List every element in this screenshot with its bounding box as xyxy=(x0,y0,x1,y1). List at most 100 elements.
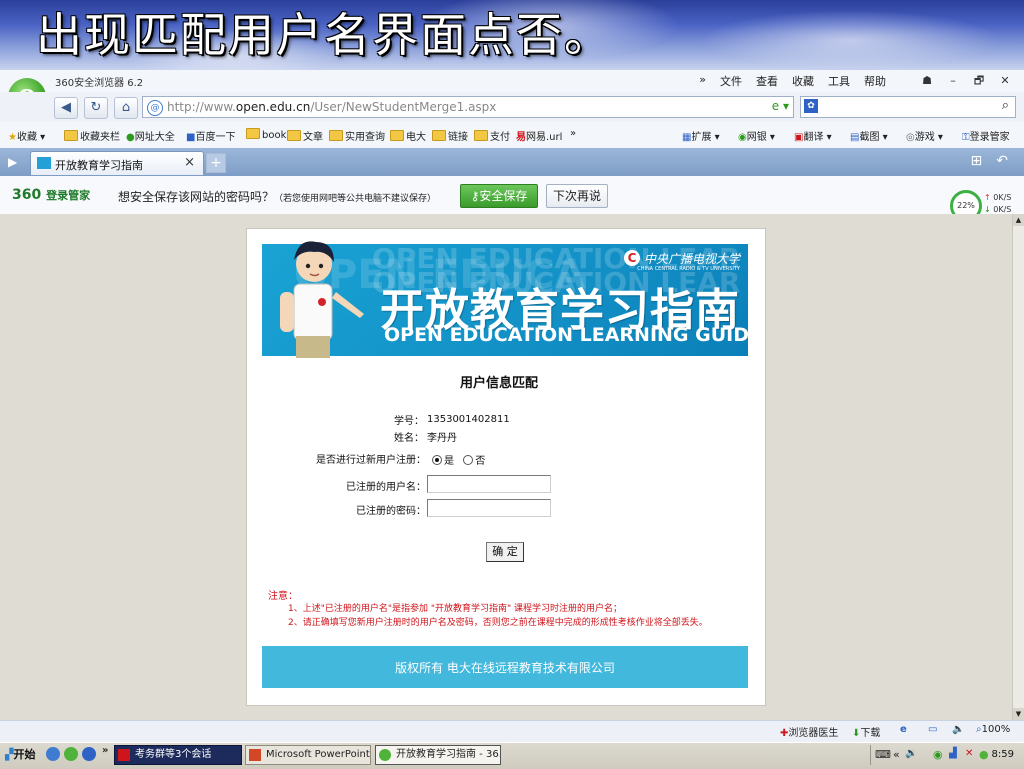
shield-icon: ◉ xyxy=(738,132,747,143)
secure-save-button[interactable]: ⚷安全保存 xyxy=(460,184,538,208)
fav-netease[interactable]: 易网易.url xyxy=(516,128,562,143)
home-button[interactable]: ⌂ xyxy=(114,97,138,119)
ie-core-icon[interactable]: e xyxy=(900,724,907,735)
gamepad-icon: ◎ xyxy=(906,132,915,143)
folder-icon xyxy=(64,130,78,141)
password-save-message: 想安全保存该网站的密码吗？（若您使用网吧等公共电脑不建议保存） xyxy=(118,190,437,204)
menu-more[interactable]: » xyxy=(699,73,706,89)
window-mode-icon[interactable]: ▭ xyxy=(928,724,937,735)
sidebar-toggle-icon[interactable]: ▶ xyxy=(8,155,17,169)
university-name: 中央广播电视大学 xyxy=(643,252,740,266)
save-later-button[interactable]: 下次再说 xyxy=(546,184,608,208)
fav-bar-folder[interactable]: 收藏夹栏 xyxy=(64,128,120,143)
security-tray-icon[interactable]: ◉ xyxy=(933,748,943,761)
address-bar[interactable]: @ http://www.open.edu.cn/User/NewStudent… xyxy=(142,96,794,118)
tab-list-icon[interactable]: ⊞ xyxy=(971,153,983,169)
360-tray-icon[interactable]: ● xyxy=(979,748,989,761)
menu-favorites[interactable]: 收藏 xyxy=(792,73,814,89)
university-name-en: CHINA CENTRAL RADIO & TV UNIVERSITY xyxy=(637,266,740,272)
vertical-scrollbar[interactable]: ▲ ▼ xyxy=(1012,214,1024,720)
browser-menu: » 文件 查看 收藏 工具 帮助 xyxy=(699,73,886,89)
folder-icon xyxy=(329,130,343,141)
undo-close-icon[interactable]: ↶ xyxy=(996,153,1008,169)
restore-button[interactable]: 🗗 xyxy=(968,72,990,90)
name-value: 李丹丹 xyxy=(427,433,457,444)
alert-tray-icon[interactable]: ✕ xyxy=(965,748,973,759)
ie-mode-icon[interactable]: e ▾ xyxy=(772,99,789,113)
tray-expand[interactable]: « xyxy=(893,748,900,761)
tab-label: 开放教育学习指南 xyxy=(55,159,143,172)
radio-no-dot[interactable] xyxy=(463,455,474,465)
start-button[interactable]: ▞开始 xyxy=(2,745,38,765)
folder-icon xyxy=(287,130,301,141)
toolbar-ebank[interactable]: ◉网银 ▾ xyxy=(738,128,775,143)
tab-favicon-icon xyxy=(37,157,51,169)
qq-group-icon xyxy=(118,749,130,761)
taskbar-powerpoint[interactable]: Microsoft PowerPoint - [... xyxy=(245,745,371,765)
menu-file[interactable]: 文件 xyxy=(720,73,742,89)
download-manager[interactable]: ⬇下载 xyxy=(852,724,880,739)
key-icon: ⚿ xyxy=(962,132,970,143)
tab-open-education[interactable]: 开放教育学习指南 × xyxy=(30,151,204,175)
search-input[interactable]: ✿ ⌕ xyxy=(800,96,1016,118)
quicklaunch-more[interactable]: » xyxy=(102,745,108,756)
star-icon: ★ xyxy=(8,132,17,143)
menu-help[interactable]: 帮助 xyxy=(864,73,886,89)
page-icon: @ xyxy=(147,100,163,116)
toolbar-screenshot[interactable]: ▤截图 ▾ xyxy=(850,128,888,143)
search-icon[interactable]: ⌕ xyxy=(1002,98,1009,113)
zoom-control[interactable]: ⌕100% xyxy=(976,724,1010,735)
fav-pay[interactable]: 支付 xyxy=(474,128,510,143)
tab-bar-tools: ⊞ ↶ xyxy=(971,153,1008,169)
fav-baidu[interactable]: ■百度一下 xyxy=(186,128,235,143)
toolbar-games[interactable]: ◎游戏 ▾ xyxy=(906,128,943,143)
fav-site-nav[interactable]: ●网址大全 xyxy=(126,128,175,143)
upload-arrow-icon: ↑ xyxy=(984,193,991,202)
minimize-button[interactable]: – xyxy=(942,72,964,90)
keyboard-icon[interactable]: ⌨ xyxy=(875,748,891,761)
taskbar-chat-window[interactable]: 考务群等3个会话 xyxy=(114,745,242,765)
network-tray-icon[interactable]: ▟ xyxy=(949,748,957,759)
scroll-up-icon[interactable]: ▲ xyxy=(1013,214,1024,226)
browser-app-title: 360安全浏览器 6.2 xyxy=(55,78,144,89)
fav-collect[interactable]: ★收藏 ▾ xyxy=(8,128,45,143)
scroll-down-icon[interactable]: ▼ xyxy=(1013,708,1024,720)
tab-close-icon[interactable]: × xyxy=(184,155,195,170)
radio-yes-dot[interactable] xyxy=(432,455,442,465)
fav-tvu[interactable]: 电大 xyxy=(390,128,426,143)
toolbar-login-manager[interactable]: ⚿登录管家 xyxy=(962,128,1010,143)
quicklaunch-360-icon[interactable] xyxy=(64,747,78,761)
username-input[interactable] xyxy=(427,475,551,493)
volume-icon[interactable]: 🔈 xyxy=(952,724,964,735)
university-logo-icon: C xyxy=(624,250,640,266)
name-label: 姓名： xyxy=(394,433,424,444)
close-button[interactable]: ✕ xyxy=(994,72,1016,90)
form-title: 用户信息匹配 xyxy=(460,376,539,391)
quicklaunch-ie-icon[interactable] xyxy=(46,747,60,761)
password-input[interactable] xyxy=(427,499,551,517)
fav-book[interactable]: book xyxy=(246,128,286,141)
refresh-button[interactable]: ↻ xyxy=(84,97,108,119)
back-button[interactable]: ◀ xyxy=(54,97,78,119)
toolbar-translate[interactable]: ▣翻译 ▾ xyxy=(794,128,832,143)
speaker-icon[interactable]: 🔉 xyxy=(905,748,917,759)
fav-more[interactable]: » xyxy=(570,128,576,139)
confirm-button[interactable]: 确 定 xyxy=(486,542,524,562)
taskbar-browser[interactable]: 开放教育学习指南 - 36... xyxy=(375,745,501,765)
quicklaunch-browser-icon[interactable] xyxy=(82,747,96,761)
menu-tools[interactable]: 工具 xyxy=(828,73,850,89)
mascot-illustration xyxy=(280,241,364,358)
fav-links[interactable]: 链接 xyxy=(432,128,468,143)
new-tab-button[interactable]: + xyxy=(206,153,226,173)
fav-tools[interactable]: 实用查询 xyxy=(329,128,385,143)
skin-icon[interactable]: ☗ xyxy=(916,72,938,90)
registered-radio-group: 是 否 xyxy=(432,452,485,467)
radio-yes[interactable]: 是 xyxy=(432,455,454,467)
menu-view[interactable]: 查看 xyxy=(756,73,778,89)
address-url[interactable]: http://www.open.edu.cn/User/NewStudentMe… xyxy=(167,100,496,114)
toolbar-extensions[interactable]: ▦扩展 ▾ xyxy=(682,128,720,143)
slide-title: 出现匹配用户名界面点否。 xyxy=(36,8,612,62)
fav-articles[interactable]: 文章 xyxy=(287,128,323,143)
browser-doctor[interactable]: ✚浏览器医生 xyxy=(780,724,838,739)
radio-no[interactable]: 否 xyxy=(463,455,485,467)
